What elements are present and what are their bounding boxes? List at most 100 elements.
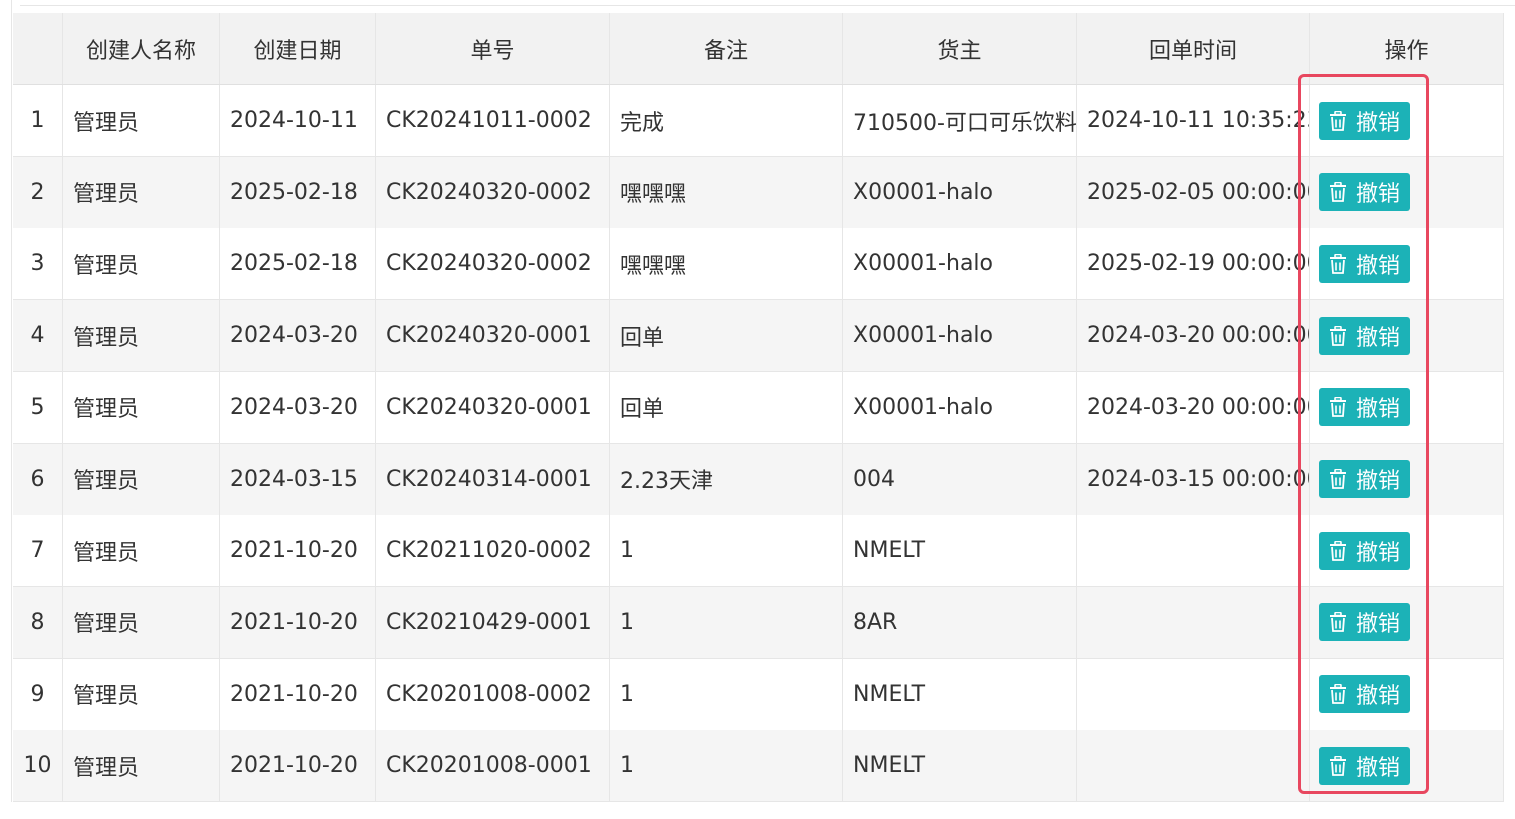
cell-remark: 回单 xyxy=(610,371,843,443)
revoke-label: 撤销 xyxy=(1356,612,1401,638)
cell-created-date: 2021-10-20 xyxy=(220,658,376,730)
cell-return-time: 2025-02-05 00:00:00 xyxy=(1077,156,1310,228)
table-header: 创建人名称 创建日期 单号 备注 货主 回单时间 操作 xyxy=(13,13,1504,85)
cell-remark: 1 xyxy=(610,730,843,802)
cell-action: 撤销 xyxy=(1310,85,1504,156)
cell-creator: 管理员 xyxy=(63,371,220,443)
table-row[interactable]: 8 管理员 2021-10-20 CK20210429-0001 1 8AR 撤销 xyxy=(13,586,1504,659)
cell-return-time: 2024-03-15 00:00:00 xyxy=(1077,443,1310,515)
cell-remark: 嘿嘿嘿 xyxy=(610,228,843,300)
revoke-label: 撤销 xyxy=(1356,684,1401,710)
revoke-button[interactable]: 撤销 xyxy=(1319,316,1411,355)
revoke-button[interactable]: 撤销 xyxy=(1319,531,1411,570)
header-action: 操作 xyxy=(1310,13,1504,84)
cell-owner: NMELT xyxy=(843,515,1077,587)
row-index: 8 xyxy=(13,586,63,658)
cell-owner: 004 xyxy=(843,443,1077,515)
cell-return-time: 2024-10-11 10:35:23 xyxy=(1077,85,1310,156)
revoke-label: 撤销 xyxy=(1356,469,1401,494)
cell-creator: 管理员 xyxy=(63,730,220,802)
cell-order-no: CK20201008-0001 xyxy=(376,730,610,802)
header-creator[interactable]: 创建人名称 xyxy=(63,13,220,84)
table-row[interactable]: 3 管理员 2025-02-18 CK20240320-0002 嘿嘿嘿 X00001-h… xyxy=(13,228,1504,301)
cell-creator: 管理员 xyxy=(63,586,220,658)
revoke-label: 撤销 xyxy=(1356,755,1401,781)
table-row[interactable]: 10 管理员 2021-10-20 CK20201008-0001 1 NMELT 撤销 xyxy=(13,730,1504,803)
cell-order-no: CK20241011-0002 xyxy=(376,85,610,156)
header-remark[interactable]: 备注 xyxy=(610,13,843,84)
table-row[interactable]: 9 管理员 2021-10-20 CK20201008-0002 1 NMELT 撤销 xyxy=(13,658,1504,731)
cell-creator: 管理员 xyxy=(63,515,220,587)
cell-created-date: 2024-10-11 xyxy=(220,85,376,156)
cell-order-no: CK20240320-0001 xyxy=(376,300,610,372)
cell-return-time: 2024-03-20 00:00:00 xyxy=(1077,300,1310,372)
cell-remark: 嘿嘿嘿 xyxy=(610,156,843,228)
trash-icon xyxy=(1328,181,1348,203)
cell-remark: 完成 xyxy=(610,85,843,156)
revoke-button[interactable]: 撤销 xyxy=(1319,101,1411,140)
cell-created-date: 2021-10-20 xyxy=(220,586,376,658)
trash-icon xyxy=(1328,611,1348,633)
cell-order-no: CK20240320-0002 xyxy=(376,228,610,300)
table-row[interactable]: 1 管理员 2024-10-11 CK20241011-0002 完成 710500-可口… xyxy=(13,85,1504,157)
row-index: 2 xyxy=(13,156,63,228)
revoke-button[interactable]: 撤销 xyxy=(1319,460,1411,498)
cell-created-date: 2021-10-20 xyxy=(220,515,376,587)
top-divider xyxy=(0,0,1515,12)
revoke-button[interactable]: 撤销 xyxy=(1319,746,1411,785)
cell-order-no: CK20240314-0001 xyxy=(376,443,610,515)
header-created-date[interactable]: 创建日期 xyxy=(220,13,376,84)
trash-icon xyxy=(1328,253,1348,275)
revoke-button[interactable]: 撤销 xyxy=(1319,675,1411,714)
cell-action: 撤销 xyxy=(1310,156,1504,228)
cell-created-date: 2025-02-18 xyxy=(220,228,376,300)
cell-remark: 1 xyxy=(610,586,843,658)
cell-action: 撤销 xyxy=(1310,730,1504,802)
cell-owner: NMELT xyxy=(843,730,1077,802)
revoke-button[interactable]: 撤销 xyxy=(1319,603,1411,642)
trash-icon xyxy=(1328,683,1348,705)
cell-order-no: CK20201008-0002 xyxy=(376,658,610,730)
table-row[interactable]: 2 管理员 2025-02-18 CK20240320-0002 嘿嘿嘿 X00001-h… xyxy=(13,156,1504,229)
cell-order-no: CK20240320-0002 xyxy=(376,156,610,228)
cell-created-date: 2024-03-15 xyxy=(220,443,376,515)
revoke-button[interactable]: 撤销 xyxy=(1319,244,1411,283)
revoke-label: 撤销 xyxy=(1356,397,1401,423)
cell-action: 撤销 xyxy=(1310,371,1504,443)
cell-owner: X00001-halo xyxy=(843,156,1077,228)
revoke-label: 撤销 xyxy=(1356,253,1401,279)
cell-return-time xyxy=(1077,586,1310,658)
cell-return-time xyxy=(1077,658,1310,730)
cell-return-time xyxy=(1077,730,1310,802)
cell-created-date: 2025-02-18 xyxy=(220,156,376,228)
cell-creator: 管理员 xyxy=(63,443,220,515)
cell-return-time xyxy=(1077,515,1310,587)
cell-created-date: 2024-03-20 xyxy=(220,371,376,443)
trash-icon xyxy=(1328,396,1348,418)
cell-creator: 管理员 xyxy=(63,300,220,372)
cell-owner: NMELT xyxy=(843,658,1077,730)
revoke-button[interactable]: 撤销 xyxy=(1319,388,1411,427)
row-index: 10 xyxy=(13,730,63,802)
cell-owner: 710500-可口可乐饮料 xyxy=(843,85,1077,156)
cell-action: 撤销 xyxy=(1310,515,1504,587)
row-index: 6 xyxy=(13,443,63,515)
cell-order-no: CK20211020-0002 xyxy=(376,515,610,587)
cell-created-date: 2021-10-20 xyxy=(220,730,376,802)
cell-action: 撤销 xyxy=(1310,658,1504,730)
cell-remark: 2.23天津 xyxy=(610,443,843,515)
row-index: 7 xyxy=(13,515,63,587)
revoke-button[interactable]: 撤销 xyxy=(1319,173,1411,212)
header-owner[interactable]: 货主 xyxy=(843,13,1077,84)
table-row[interactable]: 7 管理员 2021-10-20 CK20211020-0002 1 NMELT 撤销 xyxy=(13,515,1504,588)
header-return-time[interactable]: 回单时间 xyxy=(1077,13,1310,84)
cell-created-date: 2024-03-20 xyxy=(220,300,376,372)
table-row[interactable]: 4 管理员 2024-03-20 CK20240320-0001 回单 X00001-ha… xyxy=(13,300,1504,373)
trash-icon xyxy=(1328,540,1348,562)
header-order-no[interactable]: 单号 xyxy=(376,13,610,84)
cell-action: 撤销 xyxy=(1310,300,1504,372)
revoke-label: 撤销 xyxy=(1356,110,1401,136)
cell-creator: 管理员 xyxy=(63,85,220,156)
table-row[interactable]: 5 管理员 2024-03-20 CK20240320-0001 回单 X00001-ha… xyxy=(13,371,1504,444)
table-row[interactable]: 6 管理员 2024-03-15 CK20240314-0001 2.23天津 004 20… xyxy=(13,443,1504,516)
